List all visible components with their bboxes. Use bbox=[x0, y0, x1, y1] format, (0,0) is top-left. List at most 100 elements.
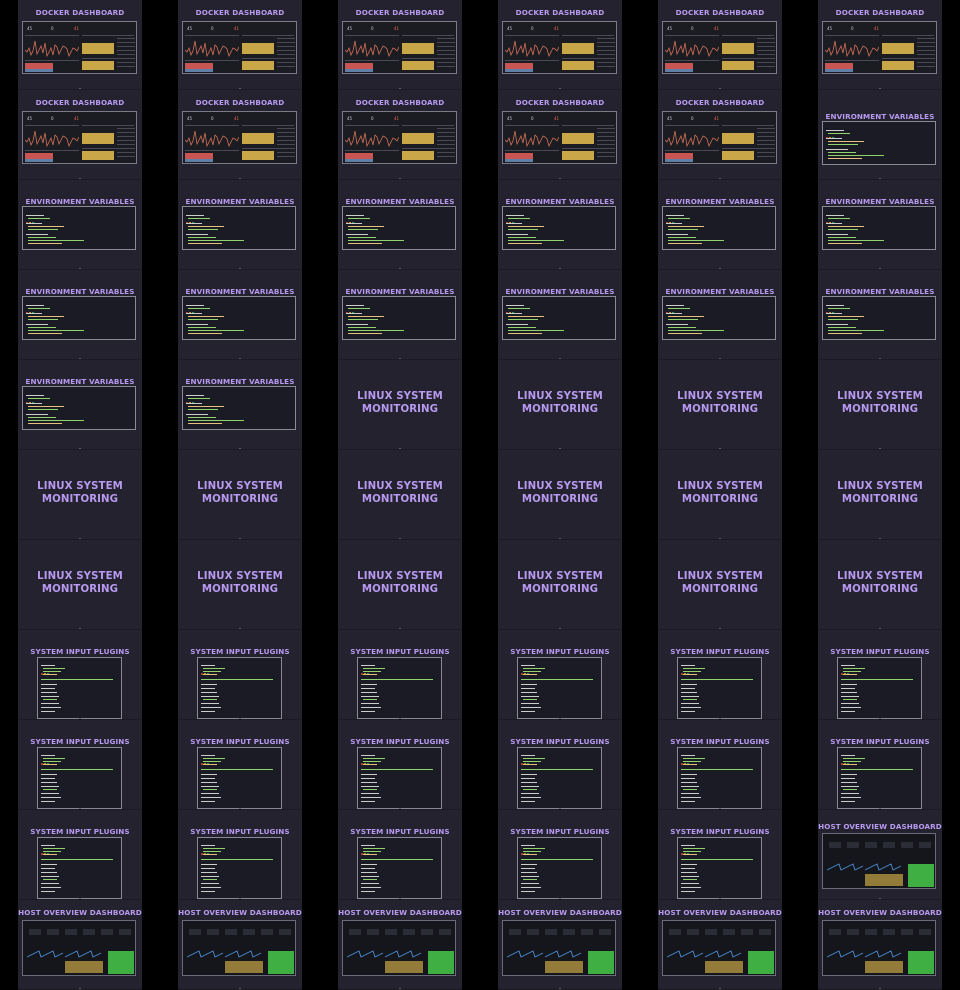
slide-thumbnail-plugins[interactable]: SYSTEM INPUT PLUGINS bbox=[658, 810, 782, 900]
slide-thumbnail-linux[interactable]: LINUX SYSTEM MONITORING bbox=[498, 360, 622, 450]
slide-thumbnail-plugins[interactable]: SYSTEM INPUT PLUGINS bbox=[338, 810, 462, 900]
docker-sparkline-chart bbox=[825, 40, 879, 58]
docker-kpi-value: 41 bbox=[394, 26, 400, 31]
slide-thumbnail-env[interactable]: ENVIRONMENT VARIABLES bbox=[18, 270, 142, 360]
slide-thumbnail-host[interactable]: HOST OVERVIEW DASHBOARD bbox=[338, 900, 462, 990]
slide-thumbnail-env[interactable]: ENVIRONMENT VARIABLES bbox=[658, 270, 782, 360]
slide-column: DOCKER DASHBOARD 45 0 41 DOCKER DASHBOARD 45 0… bbox=[658, 0, 782, 990]
slide-thumbnail-docker[interactable]: DOCKER DASHBOARD 45 0 41 bbox=[498, 90, 622, 180]
slide-thumbnail-env[interactable]: ENVIRONMENT VARIABLES bbox=[178, 270, 302, 360]
slide-thumbnail-plugins[interactable]: SYSTEM INPUT PLUGINS bbox=[818, 630, 942, 720]
slide-thumbnail-plugins[interactable]: SYSTEM INPUT PLUGINS bbox=[498, 810, 622, 900]
slide-title: SYSTEM INPUT PLUGINS bbox=[190, 827, 290, 836]
slide-thumbnail-env[interactable]: ENVIRONMENT VARIABLES bbox=[658, 180, 782, 270]
slide-thumbnail-env[interactable]: ENVIRONMENT VARIABLES bbox=[818, 270, 942, 360]
code-line bbox=[348, 316, 384, 317]
window-controls bbox=[521, 840, 530, 859]
slide-thumbnail-linux[interactable]: LINUX SYSTEM MONITORING bbox=[658, 360, 782, 450]
slide-thumbnail-plugins[interactable]: SYSTEM INPUT PLUGINS bbox=[178, 630, 302, 720]
docker-kpi-value: 45 bbox=[27, 26, 33, 31]
slide-thumbnail-linux[interactable]: LINUX SYSTEM MONITORING bbox=[498, 450, 622, 540]
docker-panel-block bbox=[562, 61, 594, 70]
slide-thumbnail-plugins[interactable]: SYSTEM INPUT PLUGINS bbox=[18, 810, 142, 900]
slide-thumbnail-env[interactable]: ENVIRONMENT VARIABLES bbox=[18, 360, 142, 450]
slide-thumbnail-plugins[interactable]: SYSTEM INPUT PLUGINS bbox=[178, 720, 302, 810]
code-line bbox=[188, 229, 218, 230]
slide-thumbnail-docker[interactable]: DOCKER DASHBOARD 45 0 41 bbox=[658, 90, 782, 180]
code-line bbox=[363, 758, 385, 759]
code-line bbox=[841, 793, 859, 794]
slide-thumbnail-docker[interactable]: DOCKER DASHBOARD 45 0 41 bbox=[658, 0, 782, 90]
env-code-thumbnail bbox=[182, 206, 296, 250]
slide-thumbnail-linux[interactable]: LINUX SYSTEM MONITORING bbox=[498, 540, 622, 630]
code-line bbox=[348, 308, 370, 309]
slide-thumbnail-docker[interactable]: DOCKER DASHBOARD 45 0 41 bbox=[818, 0, 942, 90]
code-line bbox=[28, 406, 64, 407]
code-line bbox=[346, 313, 362, 314]
docker-kpi-value: 0 bbox=[51, 26, 54, 31]
slide-thumbnail-linux[interactable]: LINUX SYSTEM MONITORING bbox=[338, 540, 462, 630]
slide-thumbnail-env[interactable]: ENVIRONMENT VARIABLES bbox=[818, 90, 942, 180]
code-line bbox=[841, 786, 859, 787]
slide-thumbnail-host[interactable]: HOST OVERVIEW DASHBOARD bbox=[178, 900, 302, 990]
slide-thumbnail-linux[interactable]: LINUX SYSTEM MONITORING bbox=[658, 540, 782, 630]
table-line bbox=[597, 46, 615, 47]
slide-thumbnail-plugins[interactable]: SYSTEM INPUT PLUGINS bbox=[338, 720, 462, 810]
slide-thumbnail-linux[interactable]: LINUX SYSTEM MONITORING bbox=[338, 450, 462, 540]
slide-thumbnail-linux[interactable]: LINUX SYSTEM MONITORING bbox=[178, 450, 302, 540]
slide-title: LINUX SYSTEM MONITORING bbox=[197, 481, 283, 505]
slide-thumbnail-docker[interactable]: DOCKER DASHBOARD 45 0 41 bbox=[338, 90, 462, 180]
code-line bbox=[363, 854, 377, 855]
slide-thumbnail-linux[interactable]: LINUX SYSTEM MONITORING bbox=[818, 450, 942, 540]
slide-thumbnail-linux[interactable]: LINUX SYSTEM MONITORING bbox=[18, 540, 142, 630]
code-line bbox=[683, 761, 701, 762]
slide-thumbnail-host[interactable]: HOST OVERVIEW DASHBOARD bbox=[818, 810, 942, 900]
slide-thumbnail-env[interactable]: ENVIRONMENT VARIABLES bbox=[338, 180, 462, 270]
code-line bbox=[201, 868, 215, 869]
slide-thumbnail-plugins[interactable]: SYSTEM INPUT PLUGINS bbox=[498, 720, 622, 810]
slide-thumbnail-host[interactable]: HOST OVERVIEW DASHBOARD bbox=[18, 900, 142, 990]
slide-thumbnail-plugins[interactable]: SYSTEM INPUT PLUGINS bbox=[658, 630, 782, 720]
slide-thumbnail-docker[interactable]: DOCKER DASHBOARD 45 0 41 bbox=[178, 0, 302, 90]
slide-thumbnail-env[interactable]: ENVIRONMENT VARIABLES bbox=[498, 270, 622, 360]
slide-thumbnail-plugins[interactable]: SYSTEM INPUT PLUGINS bbox=[818, 720, 942, 810]
code-line bbox=[828, 155, 884, 156]
slide-thumbnail-env[interactable]: ENVIRONMENT VARIABLES bbox=[498, 180, 622, 270]
code-line bbox=[681, 797, 701, 798]
table-line bbox=[597, 152, 615, 153]
slide-thumbnail-host[interactable]: HOST OVERVIEW DASHBOARD bbox=[498, 900, 622, 990]
slide-thumbnail-docker[interactable]: DOCKER DASHBOARD 45 0 41 bbox=[498, 0, 622, 90]
docker-panel-block bbox=[185, 159, 213, 162]
slide-thumbnail-env[interactable]: ENVIRONMENT VARIABLES bbox=[178, 360, 302, 450]
slide-thumbnail-host[interactable]: HOST OVERVIEW DASHBOARD bbox=[818, 900, 942, 990]
code-line bbox=[41, 769, 113, 770]
slide-thumbnail-env[interactable]: ENVIRONMENT VARIABLES bbox=[178, 180, 302, 270]
slide-thumbnail-plugins[interactable]: SYSTEM INPUT PLUGINS bbox=[18, 720, 142, 810]
slide-thumbnail-docker[interactable]: DOCKER DASHBOARD 45 0 41 bbox=[338, 0, 462, 90]
divider bbox=[402, 35, 454, 36]
slide-thumbnail-plugins[interactable]: SYSTEM INPUT PLUGINS bbox=[498, 630, 622, 720]
slide-thumbnail-linux[interactable]: LINUX SYSTEM MONITORING bbox=[18, 450, 142, 540]
code-line bbox=[681, 883, 699, 884]
slide-thumbnail-linux[interactable]: LINUX SYSTEM MONITORING bbox=[658, 450, 782, 540]
slide-thumbnail-linux[interactable]: LINUX SYSTEM MONITORING bbox=[818, 360, 942, 450]
slide-thumbnail-linux[interactable]: LINUX SYSTEM MONITORING bbox=[178, 540, 302, 630]
slide-thumbnail-docker[interactable]: DOCKER DASHBOARD 45 0 41 bbox=[18, 0, 142, 90]
docker-dashboard-thumbnail: 45 0 41 bbox=[22, 111, 137, 164]
slide-thumbnail-docker[interactable]: DOCKER DASHBOARD 45 0 41 bbox=[18, 90, 142, 180]
slide-thumbnail-plugins[interactable]: SYSTEM INPUT PLUGINS bbox=[658, 720, 782, 810]
slide-thumbnail-plugins[interactable]: SYSTEM INPUT PLUGINS bbox=[178, 810, 302, 900]
slide-title: SYSTEM INPUT PLUGINS bbox=[30, 647, 130, 656]
slide-thumbnail-linux[interactable]: LINUX SYSTEM MONITORING bbox=[338, 360, 462, 450]
slide-thumbnail-env[interactable]: ENVIRONMENT VARIABLES bbox=[338, 270, 462, 360]
code-line bbox=[43, 879, 57, 880]
slide-thumbnail-env[interactable]: ENVIRONMENT VARIABLES bbox=[818, 180, 942, 270]
slide-thumbnail-host[interactable]: HOST OVERVIEW DASHBOARD bbox=[658, 900, 782, 990]
host-dashboard-thumbnail bbox=[502, 920, 616, 976]
slide-thumbnail-docker[interactable]: DOCKER DASHBOARD 45 0 41 bbox=[178, 90, 302, 180]
slide-thumbnail-plugins[interactable]: SYSTEM INPUT PLUGINS bbox=[18, 630, 142, 720]
slide-thumbnail-plugins[interactable]: SYSTEM INPUT PLUGINS bbox=[338, 630, 462, 720]
slide-thumbnail-linux[interactable]: LINUX SYSTEM MONITORING bbox=[818, 540, 942, 630]
code-line bbox=[508, 327, 536, 328]
slide-thumbnail-env[interactable]: ENVIRONMENT VARIABLES bbox=[18, 180, 142, 270]
